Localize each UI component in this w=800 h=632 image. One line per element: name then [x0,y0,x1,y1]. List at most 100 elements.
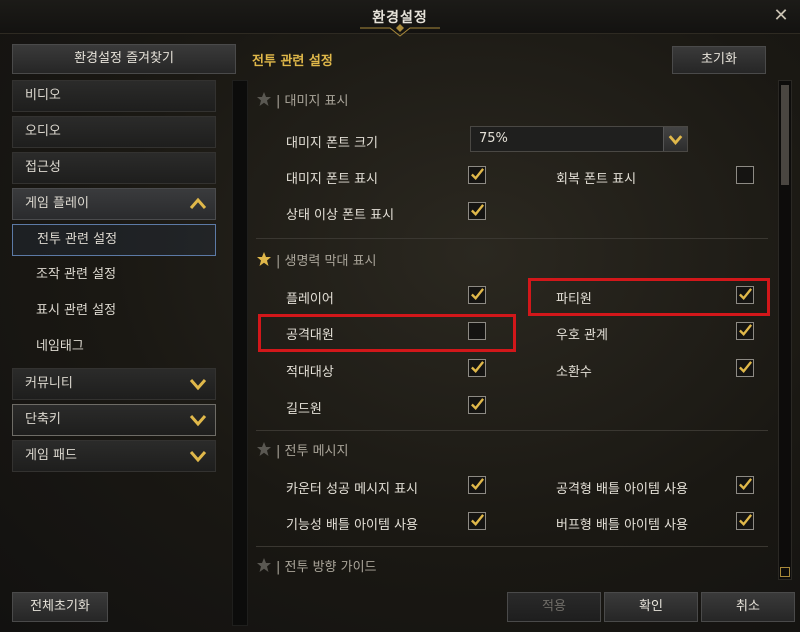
counter-success-label: 카운터 성공 메시지 표시 [286,482,418,497]
title-bar: 환경설정 ✕ [0,0,800,37]
scroll-down-icon[interactable] [780,567,790,577]
sidebar-subitem-combat[interactable]: 전투 관련 설정 [12,224,216,256]
summon-checkbox[interactable] [736,359,754,377]
friendly-checkbox[interactable] [736,322,754,340]
sidebar-item-label: 전투 관련 설정 [37,232,118,247]
sidebar-item-label: 표시 관련 설정 [36,303,117,318]
group-divider [256,546,768,547]
group-divider [256,430,768,431]
utility-item-label: 기능성 배틀 아이템 사용 [286,518,418,533]
section-title: 전투 관련 설정 [252,54,333,69]
sidebar-item-hotkeys[interactable]: 단축키 [12,404,216,436]
guild-checkbox[interactable] [468,396,486,414]
check-icon [471,514,485,527]
star-outline-icon[interactable] [256,557,272,573]
sidebar-item-video[interactable]: 비디오 [12,80,216,112]
group-divider-bar: | [276,444,285,459]
offensive-item-label: 공격형 배틀 아이템 사용 [556,482,688,497]
cancel-button[interactable]: 취소 [701,592,795,622]
buff-item-label: 버프형 배틀 아이템 사용 [556,518,688,533]
highlight-box-party [528,278,770,316]
group-title: 대미지 표시 [284,94,349,109]
star-filled-icon[interactable] [256,251,272,267]
show-damage-font-label: 대미지 폰트 표시 [286,172,378,187]
check-icon [739,361,753,374]
star-outline-icon[interactable] [256,441,272,457]
sidebar-scrollbar[interactable] [232,80,248,626]
sidebar-item-label: 접근성 [25,160,61,175]
group-header-combat-message: | 전투 메시지 [256,440,348,464]
group-divider [256,238,768,239]
enemy-checkbox[interactable] [468,359,486,377]
sidebar-subitem-controls[interactable]: 조작 관련 설정 [12,260,216,292]
check-icon [471,168,485,181]
check-icon [471,204,485,217]
enemy-label: 적대대상 [286,365,334,380]
check-icon [471,288,485,301]
chevron-down-icon[interactable] [663,127,687,151]
player-checkbox[interactable] [468,286,486,304]
sidebar-item-gameplay[interactable]: 게임 플레이 [12,188,216,220]
chevron-up-icon[interactable] [187,193,209,215]
check-icon [739,514,753,527]
sidebar-nav: 비디오 오디오 접근성 게임 플레이 전투 관련 설정 조작 관련 설정 표시 [12,80,216,476]
player-label: 플레이어 [286,292,334,307]
counter-success-checkbox[interactable] [468,476,486,494]
sidebar-item-community[interactable]: 커뮤니티 [12,368,216,400]
group-divider-bar: | [276,254,285,269]
star-outline-icon[interactable] [256,91,272,107]
group-title: 전투 메시지 [284,444,349,459]
show-heal-font-checkbox[interactable] [736,166,754,184]
buff-item-checkbox[interactable] [736,512,754,530]
apply-button[interactable]: 적용 [507,592,601,622]
guild-label: 길드원 [286,402,322,417]
main-scrollbar[interactable] [778,80,792,580]
group-divider-bar: | [276,94,285,109]
group-divider-bar: | [276,560,285,575]
sidebar-subitem-nametag[interactable]: 네임태그 [12,332,216,364]
check-icon [471,478,485,491]
sidebar-item-audio[interactable]: 오디오 [12,116,216,148]
sidebar-item-label: 조작 관련 설정 [36,267,117,282]
show-status-font-checkbox[interactable] [468,202,486,220]
settings-panel: | 대미지 표시 대미지 폰트 크기 75% 대미지 폰트 표시 회복 폰트 표… [248,80,778,580]
close-button[interactable]: ✕ [770,5,792,27]
sidebar-item-accessibility[interactable]: 접근성 [12,152,216,184]
chevron-down-icon[interactable] [187,445,209,467]
ok-button[interactable]: 확인 [604,592,698,622]
group-header-damage: | 대미지 표시 [256,90,348,114]
title-ornament-icon [360,24,440,37]
favorites-button[interactable]: 환경설정 즐겨찾기 [12,44,236,74]
show-heal-font-label: 회복 폰트 표시 [556,172,637,187]
scrollbar-thumb[interactable] [781,85,789,185]
check-icon [471,361,485,374]
chevron-down-icon[interactable] [187,409,209,431]
group-title: 전투 방향 가이드 [284,560,377,575]
sidebar-item-label: 단축키 [25,412,61,427]
check-icon [739,478,753,491]
highlight-box-raid [258,314,516,352]
check-icon [471,398,485,411]
reset-all-button[interactable]: 전체초기화 [12,592,108,622]
check-icon [739,324,753,337]
reset-button[interactable]: 초기화 [672,46,766,74]
chevron-down-icon[interactable] [187,373,209,395]
show-damage-font-checkbox[interactable] [468,166,486,184]
group-title: 생명력 막대 표시 [284,254,377,269]
summon-label: 소환수 [556,365,592,380]
settings-window: 환경설정 ✕ 환경설정 즐겨찾기 비디오 오디오 접근성 게임 플레이 전투 관… [0,0,800,632]
sidebar-item-gamepad[interactable]: 게임 패드 [12,440,216,472]
group-header-direction-guide: | 전투 방향 가이드 [256,556,377,580]
offensive-item-checkbox[interactable] [736,476,754,494]
show-status-font-label: 상태 이상 폰트 표시 [286,208,395,223]
select-value: 75% [479,131,508,146]
utility-item-checkbox[interactable] [468,512,486,530]
sidebar-item-label: 네임태그 [36,339,84,354]
group-header-health-bar: | 생명력 막대 표시 [256,250,377,274]
sidebar-item-label: 커뮤니티 [25,376,73,391]
sidebar-item-label: 게임 플레이 [25,196,89,211]
damage-font-size-select[interactable]: 75% [470,126,688,152]
sidebar: 환경설정 즐겨찾기 비디오 오디오 접근성 게임 플레이 전투 관련 설정 조작 [12,44,248,626]
sidebar-item-label: 오디오 [25,124,61,139]
sidebar-subitem-display[interactable]: 표시 관련 설정 [12,296,216,328]
